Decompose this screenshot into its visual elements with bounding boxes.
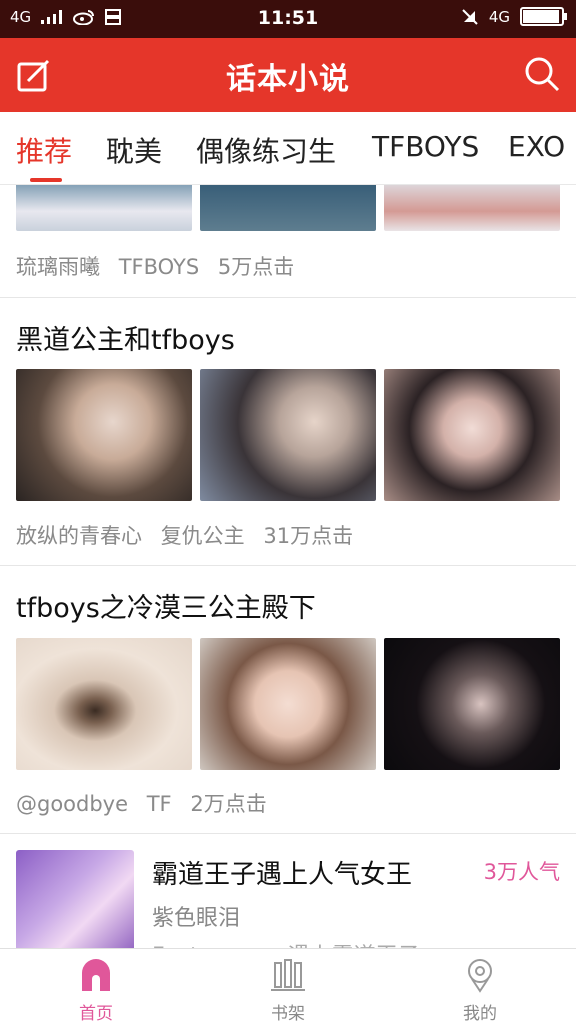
story-author: 放纵的青春心	[16, 524, 142, 548]
nav-profile-label: 我的	[463, 1004, 497, 1024]
status-bar: 4G 11:51 4G	[0, 0, 576, 38]
nav-bookshelf[interactable]: 书架	[192, 949, 384, 1025]
story-author: 琉璃雨曦	[16, 255, 100, 279]
story-image	[200, 185, 376, 231]
network-right-label: 4G	[488, 7, 510, 26]
book-popularity: 3万人气	[483, 860, 560, 884]
story-image	[384, 369, 560, 501]
story-meta: @goodbye TF 2万点击	[16, 788, 279, 818]
tab-exo[interactable]: EXO	[508, 130, 565, 163]
tab-recommend[interactable]: 推荐	[16, 130, 72, 170]
story-title: 黑道公主和tfboys	[16, 325, 235, 356]
story-clicks: 31万点击	[263, 524, 354, 548]
story-category: TFBOYS	[118, 255, 200, 279]
nav-profile[interactable]: 我的	[384, 949, 576, 1025]
bookshelf-icon	[271, 959, 305, 991]
story-card[interactable]: tfboys之冷漠三公主殿下 @goodbye TF 2万点击	[0, 566, 576, 832]
home-icon	[82, 959, 110, 991]
mute-icon	[462, 8, 478, 25]
story-image	[16, 369, 192, 501]
nav-home-label: 首页	[79, 1004, 113, 1024]
story-category: 复仇公主	[160, 524, 245, 548]
story-image	[384, 638, 560, 770]
tab-danmei[interactable]: 耽美	[106, 130, 162, 170]
story-card[interactable]: 琉璃雨曦 TFBOYS 5万点击	[0, 185, 576, 297]
active-tab-indicator	[30, 178, 62, 182]
story-author: @goodbye	[16, 792, 129, 816]
story-image	[16, 185, 192, 231]
story-clicks: 5万点击	[217, 255, 295, 279]
bottom-nav: 首页 书架 我的	[0, 948, 576, 1025]
story-image	[16, 638, 192, 770]
tab-tfboys[interactable]: TFBOYS	[372, 130, 479, 163]
story-category: TF	[146, 792, 172, 816]
book-description: Fantasy……·遇上霸道王子	[152, 938, 420, 948]
story-image	[200, 369, 376, 501]
profile-icon	[468, 959, 492, 993]
category-tabs: 推荐 耽美 偶像练习生 TFBOYS EXO	[0, 112, 576, 185]
story-meta: 放纵的青春心 复仇公主 31万点击	[16, 520, 365, 550]
nav-home[interactable]: 首页	[0, 949, 192, 1025]
nav-bookshelf-label: 书架	[271, 1004, 305, 1024]
battery-icon	[520, 7, 567, 26]
app-bar: 话本小说	[0, 38, 576, 112]
story-thumbnails	[16, 369, 560, 501]
book-cover	[16, 850, 134, 948]
story-title: tfboys之冷漠三公主殿下	[16, 593, 316, 624]
story-image	[200, 638, 376, 770]
book-title: 霸道王子遇上人气女王	[152, 860, 413, 890]
feed[interactable]: 琉璃雨曦 TFBOYS 5万点击 黑道公主和tfboys 放纵的青春心 复仇公主…	[0, 185, 576, 948]
story-image	[384, 185, 560, 231]
story-meta: 琉璃雨曦 TFBOYS 5万点击	[16, 251, 306, 281]
app-title: 话本小说	[226, 62, 350, 97]
story-thumbnails	[16, 185, 560, 231]
tab-idol-trainee[interactable]: 偶像练习生	[196, 130, 336, 170]
story-card[interactable]: 黑道公主和tfboys 放纵的青春心 复仇公主 31万点击	[0, 298, 576, 564]
story-clicks: 2万点击	[190, 792, 267, 816]
book-row[interactable]: 霸道王子遇上人气女王 3万人气 紫色眼泪 Fantasy……·遇上霸道王子	[0, 834, 576, 948]
book-author: 紫色眼泪	[152, 906, 241, 931]
story-thumbnails	[16, 638, 560, 770]
search-icon[interactable]	[522, 54, 562, 94]
status-right: 4G	[461, 7, 567, 26]
